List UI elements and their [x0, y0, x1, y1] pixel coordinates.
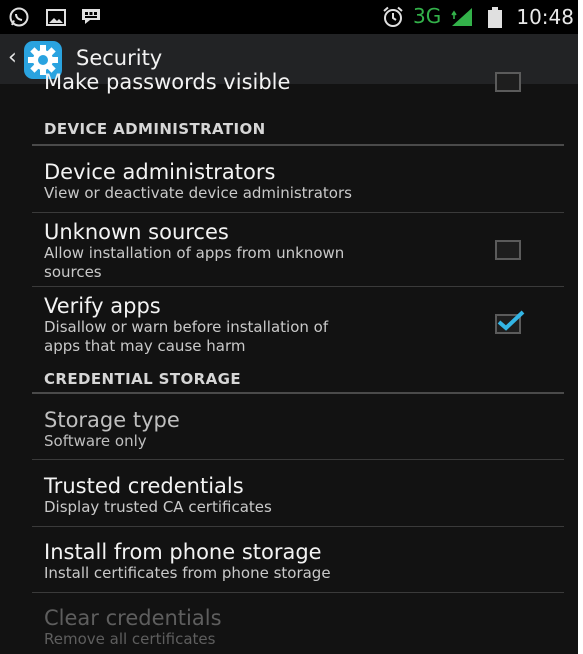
whatsapp-icon — [9, 7, 29, 27]
network-type: 3G — [413, 4, 442, 28]
list-item-device-administrators[interactable]: Device administrators View or deactivate… — [44, 160, 572, 203]
divider — [32, 526, 564, 527]
checkbox-passwords-visible[interactable] — [495, 72, 521, 92]
list-item-make-passwords-visible[interactable]: Make passwords visible — [44, 70, 572, 94]
chevron-left-icon[interactable]: ‹ — [8, 47, 17, 69]
signal-icon — [451, 8, 472, 26]
checkmark-icon — [497, 310, 525, 331]
item-subtitle-line-2: sources — [44, 263, 102, 281]
battery-icon — [488, 7, 502, 28]
item-subtitle: Install certificates from phone storage — [44, 564, 331, 582]
status-bar: 3G 10:48 — [0, 0, 578, 34]
divider — [32, 212, 564, 213]
item-title: Install from phone storage — [44, 540, 322, 564]
checkbox-unknown-sources[interactable] — [495, 240, 521, 260]
divider — [32, 592, 564, 593]
list-item-unknown-sources[interactable]: Unknown sources Allow installation of ap… — [44, 220, 572, 282]
item-subtitle-line-1: Allow installation of apps from unknown — [44, 244, 345, 262]
item-subtitle-line-2: apps that may cause harm — [44, 337, 246, 355]
image-icon — [46, 9, 66, 26]
alarm-icon — [383, 6, 403, 27]
item-title: Storage type — [44, 408, 180, 432]
item-title: Unknown sources — [44, 220, 229, 244]
phone-screen: 3G 10:48 ‹ Security Make passwords visib… — [0, 0, 578, 654]
clock: 10:48 — [516, 5, 574, 29]
section-header-credential-storage: CREDENTIAL STORAGE — [44, 370, 241, 388]
item-subtitle: Display trusted CA certificates — [44, 498, 272, 516]
list-item-clear-credentials: Clear credentials Remove all certificate… — [44, 606, 572, 649]
item-title: Make passwords visible — [44, 70, 291, 94]
item-title: Device administrators — [44, 160, 276, 184]
item-title: Trusted credentials — [44, 474, 244, 498]
item-subtitle: View or deactivate device administrators — [44, 184, 352, 202]
section-header-device-administration: DEVICE ADMINISTRATION — [44, 120, 266, 138]
list-item-trusted-credentials[interactable]: Trusted credentials Display trusted CA c… — [44, 474, 572, 517]
item-subtitle: Software only — [44, 432, 147, 450]
item-subtitle: Remove all certificates — [44, 630, 216, 648]
settings-list: Make passwords visible DEVICE ADMINISTRA… — [0, 70, 578, 654]
bbm-icon — [82, 9, 100, 24]
item-title: Clear credentials — [44, 606, 222, 630]
list-item-storage-type: Storage type Software only — [44, 408, 572, 451]
section-divider — [32, 144, 564, 146]
list-item-install-from-phone-storage[interactable]: Install from phone storage Install certi… — [44, 540, 572, 583]
screen-title: Security — [76, 46, 163, 70]
divider — [32, 459, 564, 460]
divider — [32, 286, 564, 287]
section-divider — [32, 392, 564, 394]
